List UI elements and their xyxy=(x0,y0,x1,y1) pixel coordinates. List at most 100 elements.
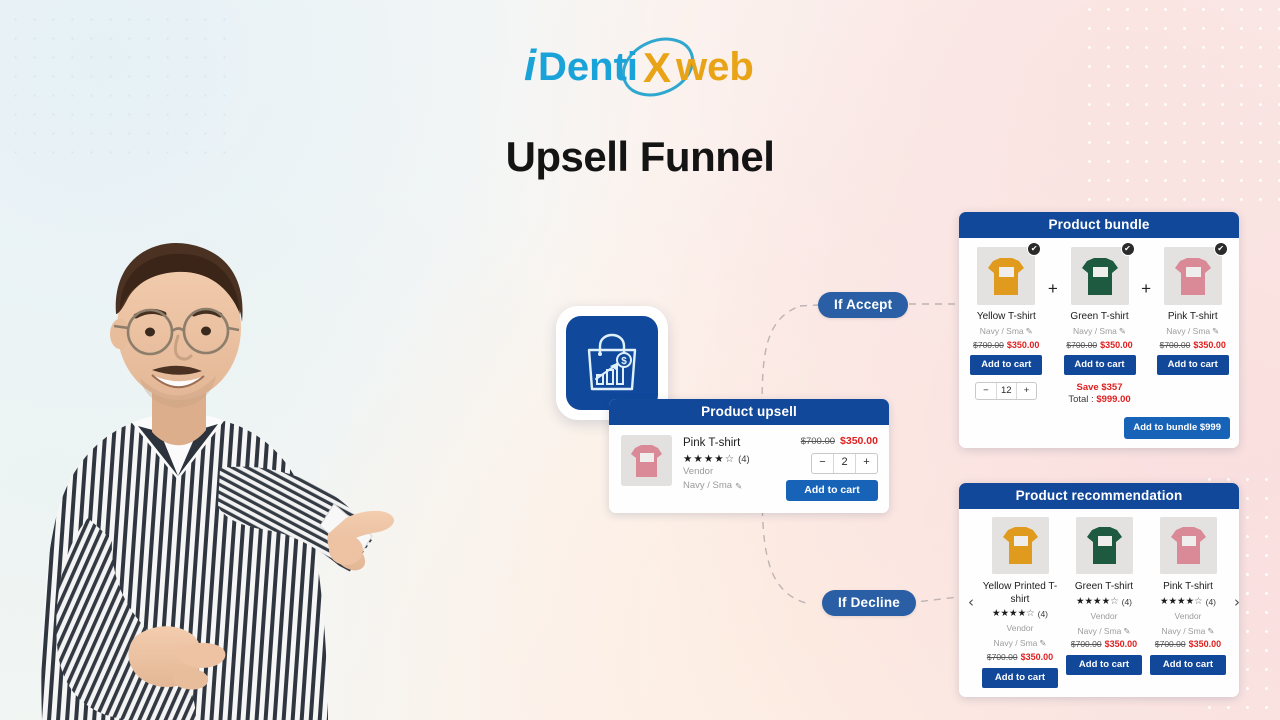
star-icon: ★ xyxy=(1168,595,1178,607)
bundle-card-title: Product bundle xyxy=(959,212,1239,238)
recommendation-variant-row[interactable]: Navy / Sma ✎ xyxy=(1063,625,1145,637)
star-outline-icon: ☆ xyxy=(1194,595,1203,607)
upsell-quantity-stepper[interactable]: − 2 + xyxy=(811,453,878,474)
upsell-variant-row[interactable]: Navy / Sma ✎ xyxy=(683,479,775,493)
bundle-add-to-cart-button[interactable]: Add to cart xyxy=(970,354,1043,375)
bundle-total-label: Total : xyxy=(1068,393,1097,405)
edit-pencil-icon[interactable]: ✎ xyxy=(735,480,742,493)
upsell-card-body: Pink T-shirt ★ ★ ★ ★ ☆ (4) Vendor Navy /… xyxy=(609,425,889,513)
recommendation-item: Green T-shirt ★ ★ ★ ★ ☆ (4) Vendor Navy … xyxy=(1063,517,1145,688)
bundle-total-value: $999.00 xyxy=(1096,393,1131,405)
recommendation-product-thumbnail[interactable] xyxy=(1159,517,1217,574)
if-decline-label[interactable]: If Decline xyxy=(822,590,917,616)
bundle-item: ✔ Pink T-shirt Navy / Sma ✎ $700.00 $350… xyxy=(1154,242,1231,375)
bundle-product-name: Yellow T-shirt xyxy=(976,311,1036,322)
bundle-product-thumbnail[interactable] xyxy=(1163,247,1222,305)
recommendation-product-thumbnail[interactable] xyxy=(991,517,1049,574)
svg-text:i: i xyxy=(524,41,537,90)
recommendation-variant-row[interactable]: Navy / Sma ✎ xyxy=(1147,625,1229,637)
add-to-bundle-button[interactable]: Add to bundle $999 xyxy=(1124,416,1230,439)
recommendation-product-name: Green T-shirt xyxy=(1074,581,1134,592)
plus-icon: + xyxy=(1047,279,1058,298)
recommendation-price: $700.00 $350.00 xyxy=(979,652,1061,662)
bundle-variant-row[interactable]: Navy / Sma ✎ xyxy=(968,326,1045,337)
star-icon: ★ xyxy=(1084,595,1094,607)
if-accept-label[interactable]: If Accept xyxy=(818,292,909,318)
recommendation-product-name: Pink T-shirt xyxy=(1163,581,1213,592)
edit-pencil-icon[interactable]: ✎ xyxy=(1026,326,1033,337)
quantity-decrease-button[interactable]: − xyxy=(812,454,833,473)
recommendation-price-old: $700.00 xyxy=(1070,639,1102,650)
star-icon: ★ xyxy=(1177,595,1186,607)
bundle-check-icon[interactable]: ✔ xyxy=(1027,242,1042,256)
bundle-price: $700.00 $350.00 xyxy=(1154,340,1231,350)
recommendation-add-to-cart-button[interactable]: Add to cart xyxy=(982,667,1058,688)
bundle-variant: Navy / Sma xyxy=(1166,326,1211,336)
recommendation-product-thumbnail[interactable] xyxy=(1075,517,1133,574)
recommendation-price-old: $700.00 xyxy=(1154,639,1186,650)
star-icon: ★ xyxy=(683,452,693,465)
recommendation-variant-row[interactable]: Navy / Sma ✎ xyxy=(979,637,1061,649)
quantity-value[interactable]: 12 xyxy=(995,382,1017,399)
plus-icon: + xyxy=(1141,279,1152,298)
star-outline-icon: ☆ xyxy=(1026,608,1035,620)
star-icon: ★ xyxy=(1000,608,1010,620)
recommendation-add-to-cart-button[interactable]: Add to cart xyxy=(1066,655,1142,676)
bundle-card-body: ✔ Yellow T-shirt Navy / Sma ✎ $700.00 $3… xyxy=(959,238,1239,448)
bundle-item: ✔ Yellow T-shirt Navy / Sma ✎ $700.00 $3… xyxy=(968,242,1045,400)
upsell-product-name: Pink T-shirt xyxy=(683,437,741,449)
recommendation-price-new: $350.00 xyxy=(1188,639,1222,650)
bundle-price-new: $350.00 xyxy=(1193,339,1226,350)
bundle-check-icon[interactable]: ✔ xyxy=(1120,242,1135,256)
person-photo xyxy=(28,218,396,720)
recommendation-add-to-cart-button[interactable]: Add to cart xyxy=(1150,655,1226,676)
upsell-price-old: $700.00 xyxy=(800,436,836,447)
recommendation-price: $700.00 $350.00 xyxy=(1147,639,1229,649)
bundle-quantity-stepper[interactable]: − 12 + xyxy=(975,381,1038,400)
product-recommendation-card: Product recommendation ‹ Yellow Printed … xyxy=(959,483,1239,697)
edit-pencil-icon[interactable]: ✎ xyxy=(1119,326,1126,337)
upsell-rating: ★ ★ ★ ★ ☆ (4) xyxy=(683,454,775,465)
bundle-variant-row[interactable]: Navy / Sma ✎ xyxy=(1154,326,1231,337)
edit-pencil-icon[interactable]: ✎ xyxy=(1207,625,1214,637)
page-title: Upsell Funnel xyxy=(505,133,775,180)
recommendation-rating: ★ ★ ★ ★ ☆ (4) xyxy=(1063,597,1145,607)
bundle-variant: Navy / Sma xyxy=(1072,326,1117,336)
star-icon: ★ xyxy=(703,452,714,465)
bundle-save-label: Save $357 xyxy=(1076,381,1123,393)
recommendation-card-title: Product recommendation xyxy=(959,483,1239,509)
shopping-bag-chart-icon: $ xyxy=(566,316,658,410)
recommendation-product-name: Yellow Printed T-shirt xyxy=(982,581,1058,605)
bundle-check-icon[interactable]: ✔ xyxy=(1213,242,1228,256)
recommendation-card-body: ‹ Yellow Printed T-shirt ★ ★ ★ ★ ☆ (4) V… xyxy=(959,509,1239,697)
edit-pencil-icon[interactable]: ✎ xyxy=(1212,326,1219,337)
upsell-variant: Navy / Sma xyxy=(683,479,733,491)
dot-pattern-top-right xyxy=(1080,0,1280,215)
quantity-value[interactable]: 2 xyxy=(833,454,856,473)
star-icon: ★ xyxy=(714,452,724,465)
bundle-add-to-cart-button[interactable]: Add to cart xyxy=(1156,354,1229,375)
edit-pencil-icon[interactable]: ✎ xyxy=(1039,637,1046,649)
carousel-prev-icon[interactable]: ‹ xyxy=(963,594,979,610)
svg-text:$: $ xyxy=(621,356,627,367)
star-icon: ★ xyxy=(1017,608,1027,620)
product-upsell-card: Product upsell Pink T-shirt ★ ★ ★ ★ ☆ (4… xyxy=(609,399,889,513)
quantity-decrease-button[interactable]: − xyxy=(976,383,995,399)
recommendation-review-count: (4) xyxy=(1121,596,1133,607)
bundle-product-thumbnail[interactable] xyxy=(977,247,1036,305)
star-icon: ★ xyxy=(1093,595,1102,607)
star-icon: ★ xyxy=(991,608,1001,620)
bundle-product-thumbnail[interactable] xyxy=(1070,247,1129,305)
bundle-variant-row[interactable]: Navy / Sma ✎ xyxy=(1061,326,1138,337)
bundle-add-to-cart-button[interactable]: Add to cart xyxy=(1063,354,1136,375)
edit-pencil-icon[interactable]: ✎ xyxy=(1123,625,1130,637)
upsell-add-to-cart-button[interactable]: Add to cart xyxy=(786,479,878,501)
quantity-increase-button[interactable]: + xyxy=(856,454,877,473)
star-icon: ★ xyxy=(1185,595,1195,607)
recommendation-variant: Navy / Sma xyxy=(993,638,1038,649)
quantity-increase-button[interactable]: + xyxy=(1017,383,1036,399)
upsell-product-thumbnail[interactable] xyxy=(621,435,672,486)
bundle-price: $700.00 $350.00 xyxy=(968,340,1045,350)
carousel-next-icon[interactable]: › xyxy=(1229,594,1239,610)
upsell-price-new: $350.00 xyxy=(840,435,878,447)
